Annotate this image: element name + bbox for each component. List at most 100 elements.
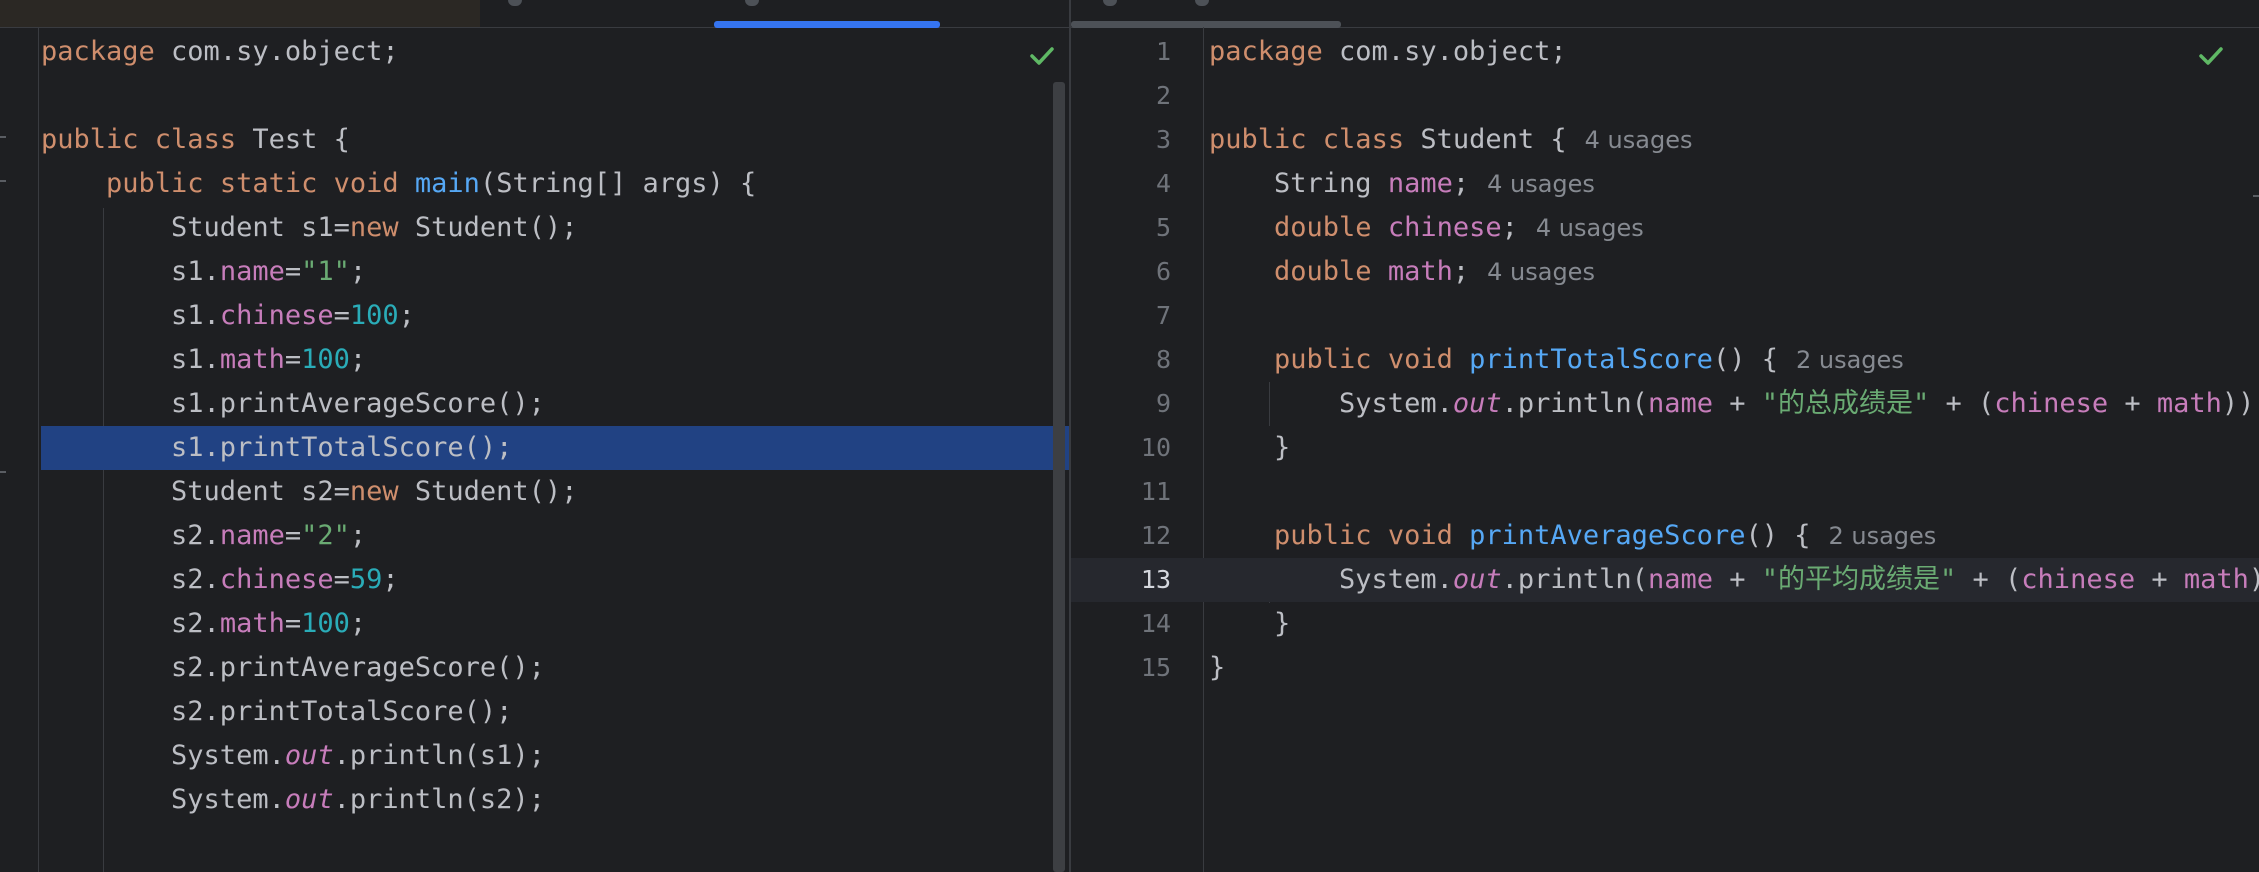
code-line-text: s1.math=100; [41,338,366,382]
editor-tab[interactable] [0,0,480,27]
code-line[interactable]: s1.printAverageScore(); [0,382,1069,426]
file-type-icon [1195,0,1209,6]
file-type-icon [745,0,759,6]
code-token: ; [349,520,367,551]
code-line[interactable]: System.out.println(s2); [0,778,1069,822]
code-token: out [1452,388,1502,419]
code-token: math [219,344,285,375]
code-token: + [1712,388,1762,419]
code-token: = [284,344,302,375]
code-line[interactable]: public class Test { [0,118,1069,162]
right-editor-pane[interactable]: 1 package com.sy.object; 2 3 public class St… [1071,0,2259,872]
check-icon[interactable] [2196,41,2226,71]
vertical-scrollbar[interactable] [1053,82,1065,872]
line-number: 5 [1155,213,1171,242]
code-line[interactable]: s2.name="2"; [0,514,1069,558]
usages-hint[interactable]: 2 usages [1796,346,1904,374]
code-line[interactable]: System.out.println(s1); [0,734,1069,778]
code-line[interactable]: Student s1=new Student(); [0,206,1069,250]
usages-hint[interactable]: 4 usages [1487,170,1595,198]
code-token: = [284,256,302,287]
right-tab-bar [1071,0,2259,28]
usages-hint[interactable]: 4 usages [1536,214,1644,242]
code-line[interactable]: 4 String name; 4 usages [1071,162,2259,206]
code-token: System. [41,784,285,815]
code-line[interactable]: public static void main(String[] args) { [0,162,1069,206]
code-line[interactable] [0,74,1069,118]
line-number: 9 [1155,389,1171,418]
code-token: s2.printTotalScore(); [41,696,513,727]
code-token: double [1274,256,1388,287]
code-token: math [1387,256,1453,287]
code-line-text: public class Student {4 usages [1209,118,1692,162]
code-token: name [219,520,285,551]
code-line[interactable]: 8 public void printTotalScore() {2 usage… [1071,338,2259,382]
code-line-text: System.out.println(s1); [41,734,545,778]
code-line[interactable]: 2 [1071,74,2259,118]
code-line[interactable]: s1.printTotalScore(); [41,426,1069,470]
usages-hint[interactable]: 4 usages [1585,126,1693,154]
code-token: math [2183,564,2249,595]
code-line[interactable]: s1.name="1"; [0,250,1069,294]
usages-hint[interactable]: 2 usages [1828,522,1936,550]
code-line[interactable]: s1.chinese=100; [0,294,1069,338]
code-line[interactable]: s2.math=100; [0,602,1069,646]
code-token: s2. [41,520,220,551]
code-line[interactable]: 10 } [1071,426,2259,470]
code-token: } [1209,652,1226,683]
code-token: + [2135,564,2184,595]
code-line[interactable]: 12 public void printAverageScore() {2 us… [1071,514,2259,558]
code-line[interactable]: 6 double math; 4 usages [1071,250,2259,294]
line-number: 1 [1155,37,1171,66]
code-line[interactable]: package com.sy.object; [0,30,1069,74]
code-line-text: s1.printAverageScore(); [41,382,545,426]
code-line[interactable]: 15} [1071,646,2259,690]
code-line[interactable]: Student s2=new Student(); [0,470,1069,514]
line-number: 3 [1155,125,1171,154]
code-line[interactable]: 5 double chinese; 4 usages [1071,206,2259,250]
code-line[interactable]: 11 [1071,470,2259,514]
code-line[interactable]: 9 System.out.println(name + "的总成绩是" + (c… [1071,382,2259,426]
line-number: 8 [1155,345,1171,374]
code-token: name [1647,564,1713,595]
code-line-text: System.out.println(name + "的总成绩是" + (chi… [1209,382,2254,426]
code-token: String [1209,168,1388,199]
code-token: package [1209,36,1340,67]
code-token: Test { [252,124,350,155]
usages-hint[interactable]: 4 usages [1487,258,1595,286]
code-line[interactable]: 3 public class Student {4 usages [1071,118,2259,162]
code-line[interactable]: 14 } [1071,602,2259,646]
check-icon[interactable] [1027,41,1057,71]
code-line[interactable]: s2.chinese=59; [0,558,1069,602]
code-line-text: s2.chinese=59; [41,558,399,602]
code-line[interactable]: s2.printAverageScore(); [0,646,1069,690]
code-line[interactable]: 7 [1071,294,2259,338]
code-token: System. [1209,388,1453,419]
code-token: main [414,168,480,199]
code-token: ; [398,300,415,331]
code-line[interactable]: s2.printTotalScore(); [0,690,1069,734]
code-token: "的总成绩是" [1761,388,1930,419]
code-line-text: System.out.println(s2); [41,778,545,822]
code-token: + ( [1929,388,1995,419]
file-type-icon [508,0,522,6]
file-type-icon [1103,0,1117,6]
code-line-text: s1.chinese=100; [41,294,415,338]
code-token: Student { [1420,124,1567,155]
code-token: chinese [2021,564,2136,595]
code-line[interactable]: 13 System.out.println(name + "的平均成绩是" + … [1071,558,2259,602]
code-token: .println( [1501,388,1648,419]
code-token: printAverageScore [1469,520,1746,551]
code-token: void [333,168,415,199]
code-token: new [349,212,415,243]
code-token: 100 [349,300,399,331]
left-editor-pane[interactable]: package com.sy.object; public class Test … [0,0,1069,872]
code-line-text: s2.math=100; [41,602,366,646]
code-token: = [284,520,302,551]
code-line[interactable]: s1.math=100; [0,338,1069,382]
code-token: math [2156,388,2222,419]
scroll-marker [2253,195,2259,197]
code-line[interactable]: 1 package com.sy.object; [1071,30,2259,74]
active-tab-indicator [714,21,940,28]
